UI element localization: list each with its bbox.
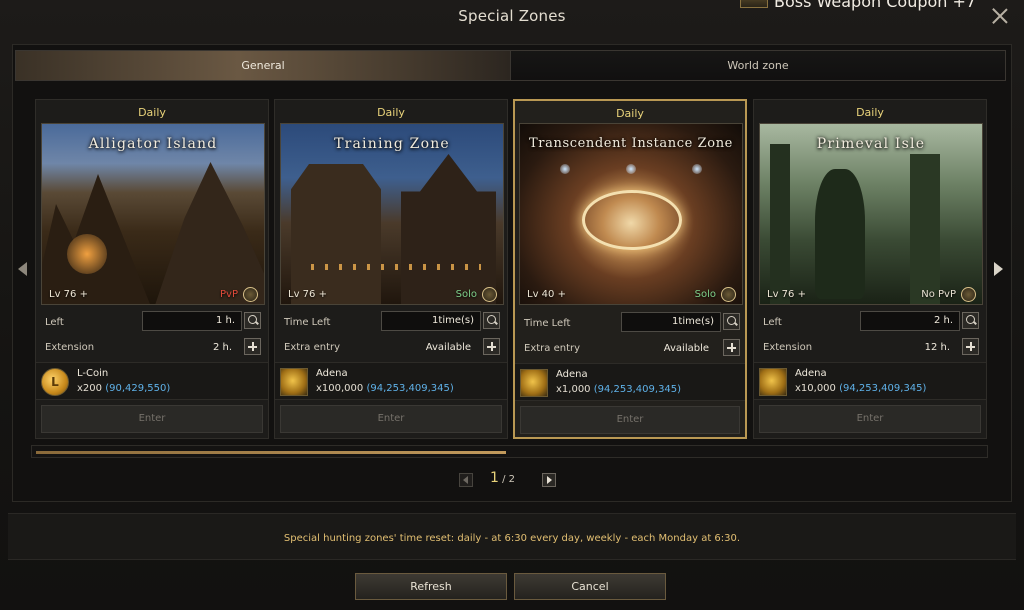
cost-quantity: x100,000 (94,253,409,345)	[316, 383, 454, 394]
search-icon[interactable]	[962, 312, 979, 329]
time-left-field: 2 h.	[860, 311, 960, 331]
enter-button[interactable]: Enter	[41, 405, 263, 433]
tab-general[interactable]: General	[16, 51, 510, 80]
window-title: Special Zones	[458, 7, 566, 25]
peace-crest-icon	[961, 287, 976, 302]
zone-card-primeval-isle[interactable]: Daily Primeval Isle Lv 76 + No PvP Left …	[753, 99, 987, 439]
zone-level: Lv 76 +	[288, 289, 327, 300]
extension-label: Extension	[45, 342, 95, 353]
page-indicator: 1 / 2	[490, 470, 515, 486]
time-left-label: Time Left	[284, 317, 331, 328]
horizontal-scrollbar[interactable]	[31, 445, 988, 458]
plus-icon[interactable]	[723, 339, 740, 356]
enter-button[interactable]: Enter	[759, 405, 981, 433]
zone-image: Alligator Island Lv 76 + PvP	[41, 123, 265, 305]
cost-item-name: Adena	[556, 369, 588, 380]
solo-swirl-icon	[482, 287, 497, 302]
zone-name: Transcendent Instance Zone	[529, 136, 733, 151]
entry-cost: Adena x1,000 (94,253,409,345)	[515, 363, 745, 401]
plus-icon[interactable]	[962, 338, 979, 355]
zone-mode: Solo	[694, 289, 716, 300]
extra-entry-label: Extra entry	[524, 343, 581, 354]
close-icon[interactable]	[990, 6, 1010, 26]
total-pages: / 2	[502, 474, 516, 485]
time-left-label: Left	[763, 317, 782, 328]
scrollbar-thumb[interactable]	[36, 451, 506, 454]
pvp-crest-icon	[243, 287, 258, 302]
adena-icon	[759, 368, 787, 396]
notice-bar: Special hunting zones' time reset: daily…	[8, 513, 1016, 560]
pagination: 1 / 2	[0, 470, 1024, 490]
refresh-button[interactable]: Refresh	[355, 573, 507, 600]
zone-image: Training Zone Lv 76 + Solo	[280, 123, 504, 305]
card-period: Daily	[377, 106, 405, 119]
l-coin-icon: L	[41, 368, 69, 396]
plus-icon[interactable]	[244, 338, 261, 355]
search-icon[interactable]	[483, 312, 500, 329]
zone-name: Primeval Isle	[816, 136, 926, 152]
zone-level: Lv 40 +	[527, 289, 566, 300]
extension-value: 12 h.	[924, 342, 950, 353]
zone-mode: No PvP	[921, 289, 956, 300]
current-page: 1	[490, 470, 499, 486]
zone-image: Primeval Isle Lv 76 + No PvP	[759, 123, 983, 305]
time-left-field: 1 h.	[142, 311, 242, 331]
zone-card-transcendent-instance-zone[interactable]: Daily Transcendent Instance Zone Lv 40 +…	[513, 99, 747, 439]
extra-entry-value: Available	[425, 342, 471, 353]
tab-bar: General World zone	[15, 50, 1006, 81]
adena-icon	[520, 369, 548, 397]
zone-card-alligator-island[interactable]: Daily Alligator Island Lv 76 + PvP Left …	[35, 99, 269, 439]
adena-icon	[280, 368, 308, 396]
zone-mode: Solo	[455, 289, 477, 300]
time-left-field: 1time(s)	[621, 312, 721, 332]
plus-icon[interactable]	[483, 338, 500, 355]
time-left-field: 1time(s)	[381, 311, 481, 331]
next-arrow-icon[interactable]	[994, 262, 1003, 276]
search-icon[interactable]	[244, 312, 261, 329]
entry-cost: Adena x10,000 (94,253,409,345)	[754, 362, 986, 400]
cost-quantity: x1,000 (94,253,409,345)	[556, 384, 682, 395]
zone-image: Transcendent Instance Zone Lv 40 + Solo	[519, 123, 743, 305]
cost-item-name: Adena	[316, 368, 348, 379]
owned-amount: (94,253,409,345)	[366, 383, 454, 394]
special-zones-window: Boss Weapon Coupon +7 Special Zones Gene…	[0, 0, 1024, 610]
enter-button[interactable]: Enter	[280, 405, 502, 433]
extra-entry-value: Available	[663, 343, 709, 354]
cost-item-name: Adena	[795, 368, 827, 379]
next-page-icon[interactable]	[542, 473, 556, 487]
cancel-button[interactable]: Cancel	[514, 573, 666, 600]
time-left-label: Time Left	[524, 318, 571, 329]
tab-world-zone[interactable]: World zone	[510, 51, 1005, 80]
extension-label: Extension	[763, 342, 813, 353]
card-period: Daily	[138, 106, 166, 119]
reset-notice: Special hunting zones' time reset: daily…	[283, 533, 741, 544]
cost-quantity: x200 (90,429,550)	[77, 383, 171, 394]
owned-amount: (90,429,550)	[105, 383, 171, 394]
zone-name: Alligator Island	[88, 136, 218, 152]
extension-value: 2 h.	[212, 342, 232, 353]
zone-card-training-zone[interactable]: Daily Training Zone Lv 76 + Solo Time Le…	[274, 99, 508, 439]
owned-amount: (94,253,409,345)	[839, 383, 927, 394]
zone-mode: PvP	[220, 289, 238, 300]
time-left-label: Left	[45, 317, 64, 328]
cost-quantity: x10,000 (94,253,409,345)	[795, 383, 927, 394]
extra-entry-label: Extra entry	[284, 342, 341, 353]
search-icon[interactable]	[723, 313, 740, 330]
zone-name: Training Zone	[334, 136, 450, 152]
prev-page-icon[interactable]	[459, 473, 473, 487]
zone-level: Lv 76 +	[49, 289, 88, 300]
card-period: Daily	[856, 106, 884, 119]
card-period: Daily	[616, 107, 644, 120]
solo-swirl-icon	[721, 287, 736, 302]
cost-item-name: L-Coin	[77, 368, 109, 379]
zone-level: Lv 76 +	[767, 289, 806, 300]
enter-button[interactable]: Enter	[520, 406, 740, 434]
owned-amount: (94,253,409,345)	[593, 384, 682, 395]
entry-cost: Adena x100,000 (94,253,409,345)	[275, 362, 507, 400]
prev-arrow-icon[interactable]	[18, 262, 27, 276]
entry-cost: L L-Coin x200 (90,429,550)	[36, 362, 268, 400]
